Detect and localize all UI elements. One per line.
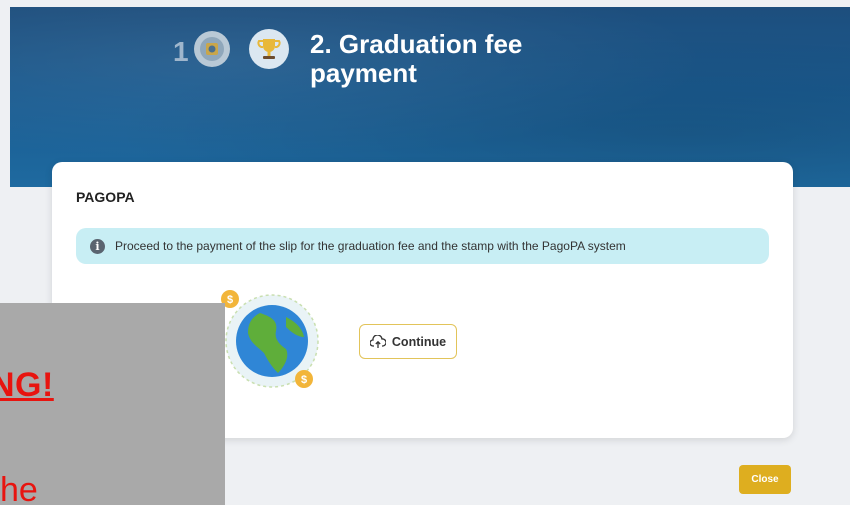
page-title: 2. Graduation fee payment [310,29,523,88]
info-alert: i Proceed to the payment of the slip for… [76,228,769,264]
svg-text:$: $ [227,294,233,306]
info-text: Proceed to the payment of the slip for t… [115,239,626,253]
trophy-icon[interactable] [249,29,289,69]
warning-title: ING! [0,366,54,404]
continue-label: Continue [391,334,447,349]
warning-overlay: ING! he [0,303,225,505]
stamp-icon[interactable] [194,31,230,67]
info-icon: i [90,238,105,254]
warning-body: he [0,471,38,505]
step-number[interactable]: 1 [173,36,189,68]
continue-button[interactable]: Continue [359,324,457,359]
svg-text:$: $ [301,374,307,386]
globe-money-icon: $ $ [220,287,325,392]
cloud-upload-icon [369,334,386,348]
close-button[interactable]: Close [739,465,791,494]
card-title: PAGOPA [76,189,135,205]
